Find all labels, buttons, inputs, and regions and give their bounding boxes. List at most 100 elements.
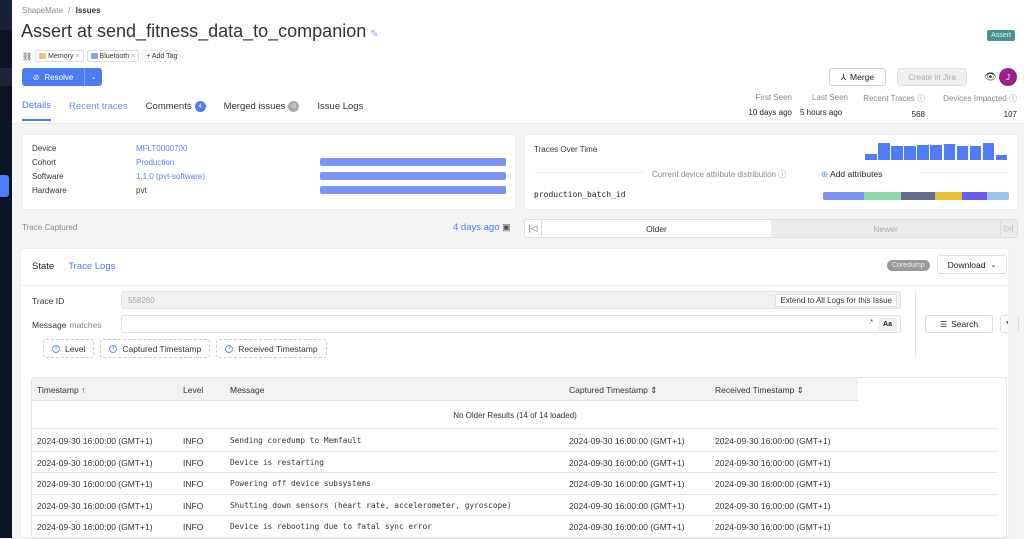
table-row[interactable]: 2024-09-30 16:00:00 (GMT+1) INFO Shutting … (32, 495, 998, 516)
regex-toggle[interactable]: .* (868, 319, 873, 326)
trace-captured-label: Trace Captured (22, 223, 78, 232)
sidebar-item-active[interactable] (0, 175, 9, 197)
traces-bar[interactable] (904, 146, 916, 160)
remove-tag-icon[interactable]: × (75, 53, 79, 60)
remove-tag-icon[interactable]: × (131, 53, 135, 60)
add-tag-button[interactable]: + Add Tag (142, 50, 182, 62)
tag-label: Memory (48, 52, 74, 60)
attribute-segment[interactable] (934, 192, 963, 200)
plus-icon: + (225, 344, 234, 353)
cell-message: Powering off device subsystems (230, 479, 371, 488)
message-label: Message (32, 320, 67, 330)
column-received-timestamp[interactable]: Received Timestamp ⇕ (715, 385, 804, 396)
sort-asc-icon: ↑ (81, 385, 86, 395)
download-button[interactable]: Download ⌄ (937, 255, 1007, 274)
first-trace-icon[interactable]: |◁ (525, 220, 542, 237)
column-captured-timestamp[interactable]: Captured Timestamp ⇕ (569, 385, 657, 396)
cell-received-timestamp: 2024-09-30 16:00:00 (GMT+1) (715, 500, 831, 511)
create-in-jira-button[interactable]: Create in Jira (897, 68, 967, 86)
received-timestamp-filter-chip[interactable]: + Received Timestamp (216, 339, 327, 358)
resolve-button[interactable]: ⊘ Resolve (22, 68, 85, 86)
traces-bar[interactable] (969, 145, 982, 160)
table-row[interactable]: 2024-09-30 16:00:00 (GMT+1) INFO Powering … (32, 473, 998, 495)
divider (21, 285, 1016, 286)
calendar-icon[interactable]: ▣ (502, 222, 511, 232)
stat-label: Last Seen (811, 93, 848, 102)
cohort-link[interactable]: Production (136, 158, 205, 172)
traces-bar[interactable] (930, 144, 943, 160)
table-row[interactable]: 2024-09-30 16:00:00 (GMT+1) INFO Device is… (32, 516, 998, 538)
captured-ago-text: 4 days ago (453, 222, 500, 233)
last-trace-icon[interactable]: ▷| (1000, 220, 1017, 237)
column-timestamp[interactable]: Timestamp ↑ (37, 385, 85, 395)
traces-bar[interactable] (995, 154, 1008, 160)
help-icon[interactable]: ⓘ (917, 94, 925, 103)
watch-eye-icon[interactable]: 👁 (984, 72, 997, 83)
app-sidebar (0, 0, 12, 538)
attribute-segment[interactable] (823, 192, 864, 200)
sidebar-item[interactable] (0, 68, 12, 86)
tab-trace-logs[interactable]: Trace Logs (68, 261, 115, 272)
message-filter-label: Message matches (32, 320, 102, 330)
traces-bar[interactable] (891, 146, 903, 160)
add-attributes-button[interactable]: ⊕ Add attributes (821, 169, 882, 180)
tab-recent-traces[interactable]: Recent traces (69, 100, 128, 121)
attribute-segment[interactable] (986, 192, 1009, 200)
edit-pencil-icon[interactable]: ✎ (370, 29, 378, 40)
table-row[interactable]: 2024-09-30 16:00:00 (GMT+1) INFO Device is… (32, 452, 998, 473)
issue-type-badge: Assert (987, 30, 1015, 41)
traces-bar[interactable] (956, 145, 969, 160)
message-input[interactable]: .* Aa (121, 315, 901, 333)
traces-bar[interactable] (878, 143, 890, 160)
search-button[interactable]: ☰ Search (925, 315, 993, 333)
tag-memory[interactable]: Memory × (35, 50, 84, 62)
tab-label: Recent traces (69, 101, 128, 112)
tab-state[interactable]: State (32, 261, 54, 272)
trace-captured-time[interactable]: 4 days ago ▣ (453, 222, 511, 233)
hardware-key: Hardware (32, 186, 67, 195)
tab-merged-issues[interactable]: Merged issues 0 (224, 100, 300, 121)
attribute-segment[interactable] (901, 192, 935, 200)
chevron-down-icon: ⌄ (990, 261, 997, 269)
newer-trace-button[interactable]: Newer (771, 220, 1000, 237)
tags-icon: ⛓ (22, 51, 33, 61)
info-icon[interactable]: ⓘ (778, 170, 786, 179)
help-icon[interactable]: ⓘ (1009, 94, 1017, 103)
tab-comments[interactable]: Comments 4 (146, 100, 206, 121)
extend-to-all-logs-button[interactable]: Extend to All Logs for this Issue (775, 294, 897, 307)
sidebar-logo-area[interactable] (0, 0, 12, 30)
traces-bar[interactable] (865, 154, 877, 160)
issue-header: ShapeMate / Issues Assert at send_fitnes… (12, 0, 1024, 124)
tag-bluetooth[interactable]: Bluetooth × (86, 50, 140, 62)
scrollbar[interactable] (1008, 249, 1017, 539)
cell-message: Device is rebooting due to fatal sync er… (230, 522, 432, 531)
resolve-dropdown-chevron-icon[interactable]: ⌄ (85, 68, 102, 86)
tab-details[interactable]: Details (22, 100, 52, 121)
level-filter-chip[interactable]: + Level (43, 339, 95, 358)
captured-timestamp-filter-chip[interactable]: + Captured Timestamp (100, 339, 211, 358)
resolve-label: Resolve (44, 72, 74, 82)
attribute-segment[interactable] (962, 192, 987, 200)
traces-bar[interactable] (982, 143, 995, 160)
chip-label: Level (65, 343, 86, 354)
case-sensitive-toggle[interactable]: Aa (878, 318, 897, 331)
column-message: Message (230, 385, 265, 395)
tab-label: Comments (145, 101, 192, 112)
avatar[interactable]: J (999, 68, 1017, 86)
breadcrumb-page[interactable]: Issues (76, 6, 101, 15)
older-trace-button[interactable]: Older (542, 220, 771, 237)
software-link[interactable]: 1.1.0 (pvt-software) (136, 172, 205, 186)
traces-bar[interactable] (917, 144, 929, 160)
attribute-segment[interactable] (863, 192, 902, 200)
device-info-keys: Device Cohort Software Hardware (32, 144, 67, 200)
cell-timestamp: 2024-09-30 16:00:00 (GMT+1) (37, 479, 153, 489)
traces-bar[interactable] (943, 143, 956, 160)
device-link[interactable]: MFLT0000700 (136, 144, 205, 158)
stat-label: Recent Traces (863, 94, 915, 103)
breadcrumb-separator: / (68, 6, 71, 15)
merge-button[interactable]: ⅄ Merge (829, 68, 886, 86)
tab-issue-logs[interactable]: Issue Logs (317, 100, 363, 121)
table-row[interactable]: 2024-09-30 16:00:00 (GMT+1) INFO Sending c… (32, 430, 998, 452)
breadcrumb-org[interactable]: ShapeMate (22, 6, 63, 15)
device-key: Device (32, 144, 57, 153)
